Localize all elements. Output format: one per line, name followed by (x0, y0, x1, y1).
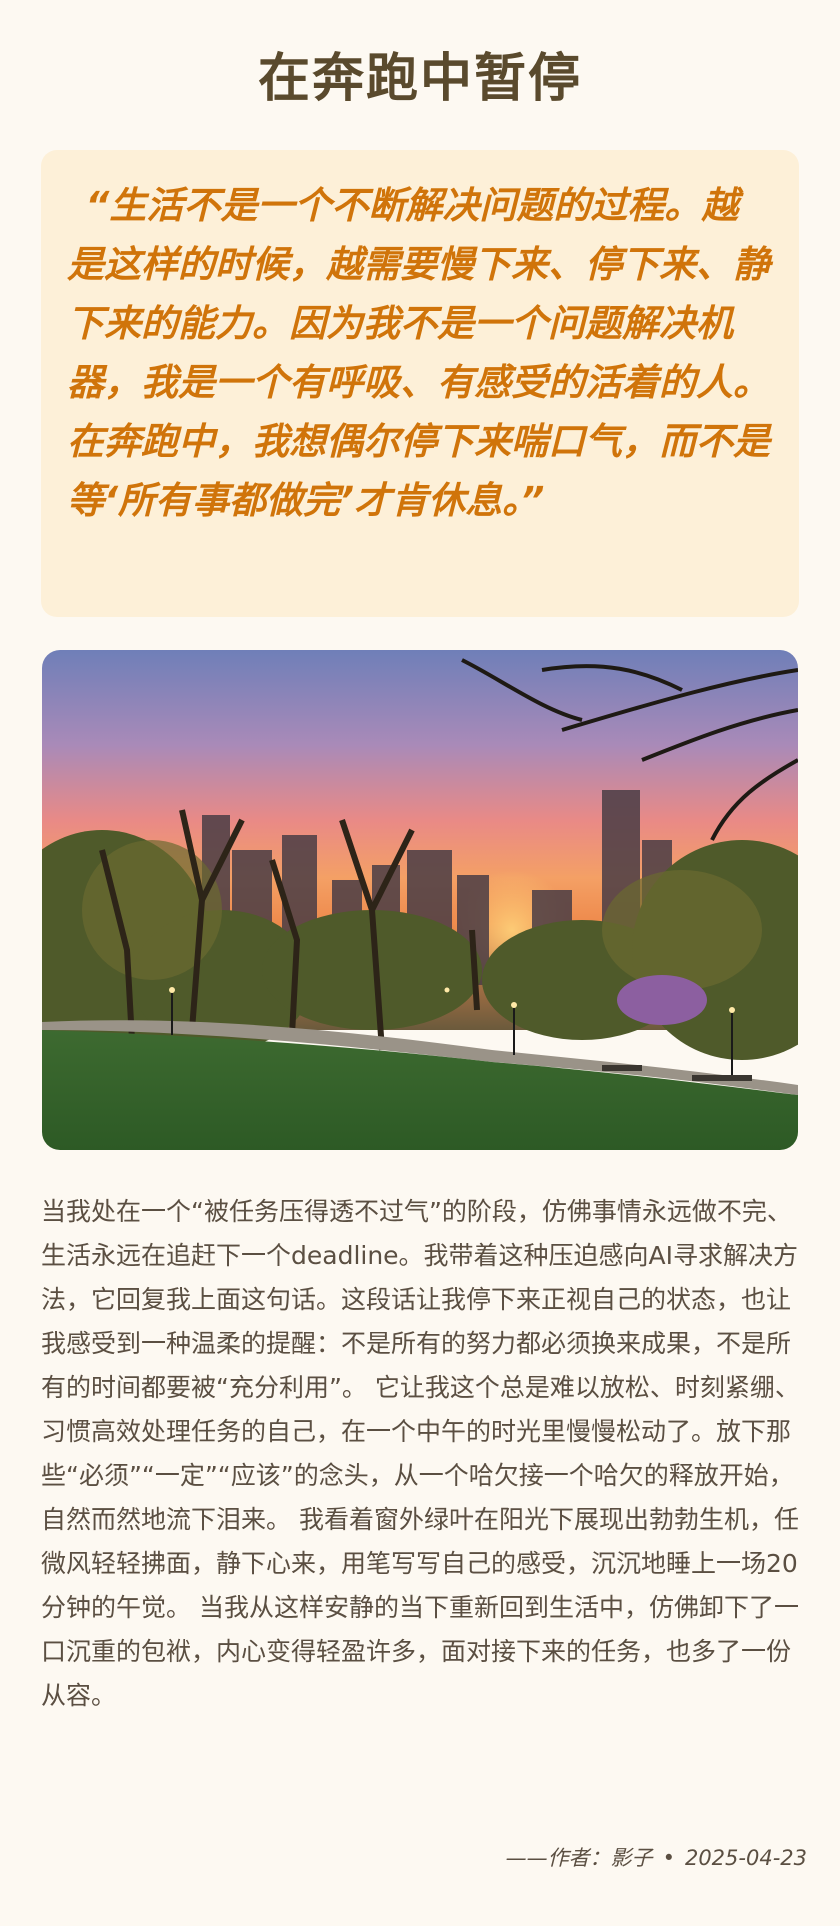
article-footer: ——作者：影子 • 2025-04-23 (506, 1842, 807, 1872)
quote-box: “生活不是一个不断解决问题的过程。越是这样的时候，越需要慢下来、停下来、静下来的… (41, 150, 799, 617)
author-credit: ——作者：影子 (505, 1846, 653, 1870)
quote-text: “生活不是一个不断解决问题的过程。越是这样的时候，越需要慢下来、停下来、静下来的… (67, 184, 770, 522)
park-sunset-photo (42, 650, 798, 1150)
publish-date: 2025-04-23 (684, 1846, 807, 1870)
article-title: 在奔跑中暂停 (257, 49, 582, 109)
article-page: 在奔跑中暂停 “生活不是一个不断解决问题的过程。越是这样的时候，越需要慢下来、停… (0, 0, 840, 1926)
separator-dot: • (662, 1846, 675, 1870)
article-body: 当我处在一个“被任务压得透不过气”的阶段，仿佛事情永远做不完、生活永远在追赶下一… (41, 1197, 800, 1710)
